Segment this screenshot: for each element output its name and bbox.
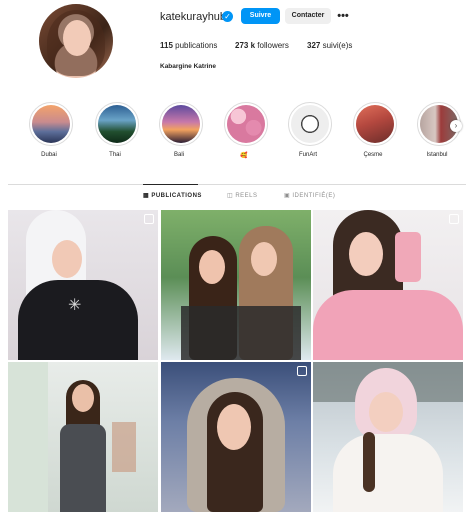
highlight-label: 🥰	[240, 153, 248, 159]
followers-stat[interactable]: 273 k followers	[235, 41, 289, 50]
full-name: Kabargine Katrine	[160, 63, 216, 70]
highlight-label: FunArt	[298, 152, 317, 158]
highlight-label: Thai	[109, 152, 121, 158]
reel-icon	[449, 214, 459, 224]
post-thumbnail[interactable]	[8, 362, 158, 512]
active-tab-indicator	[143, 184, 198, 185]
posts-stat: 115 publications	[160, 41, 217, 50]
highlight-image	[32, 105, 70, 143]
reel-icon	[297, 366, 307, 376]
username: katekurayhub	[160, 11, 227, 23]
tab-publications[interactable]: ▦ PUBLICATIONS	[143, 192, 202, 199]
tab-label: PUBLICATIONS	[151, 193, 202, 199]
tab-tagged[interactable]: ▣ IDENTIFIÉ(E)	[284, 192, 335, 199]
highlight-image	[356, 105, 394, 143]
highlight-label: Istanbul	[426, 152, 448, 158]
posts-count: 115	[160, 41, 173, 50]
highlight-label: Çesme	[363, 152, 383, 158]
following-label: suivi(e)s	[322, 41, 353, 50]
highlight-image	[227, 105, 265, 143]
highlight-image	[291, 105, 329, 143]
follow-button[interactable]: Suivre	[241, 8, 280, 24]
tab-reels[interactable]: ◫ REELS	[227, 192, 258, 199]
post-thumbnail[interactable]	[313, 362, 463, 512]
more-options-icon[interactable]: •••	[336, 8, 350, 24]
reels-icon: ◫	[227, 193, 234, 199]
contact-button[interactable]: Contacter	[285, 8, 331, 24]
followers-label: followers	[257, 41, 289, 50]
highlight-emoji[interactable]: 🥰	[224, 102, 268, 159]
highlight-cesme[interactable]: Çesme	[353, 102, 397, 158]
post-thumbnail[interactable]	[313, 210, 463, 360]
post-thumbnail[interactable]	[161, 362, 311, 512]
chevron-right-icon[interactable]: ›	[450, 120, 462, 132]
highlight-dubai[interactable]: Dubai	[29, 102, 73, 158]
post-thumbnail[interactable]	[161, 210, 311, 360]
post-thumbnail[interactable]: ✳	[8, 210, 158, 360]
highlight-label: Dubai	[41, 152, 57, 158]
tab-label: REELS	[235, 193, 258, 199]
highlight-label: Bali	[173, 152, 184, 158]
posts-label: publications	[175, 41, 218, 50]
highlight-thai[interactable]: Thai	[95, 102, 139, 158]
highlight-image	[162, 105, 200, 143]
grid-icon: ▦	[143, 193, 150, 199]
multi-image-icon	[144, 214, 154, 224]
tagged-icon: ▣	[284, 193, 291, 199]
followers-count: 273 k	[235, 41, 256, 50]
tab-label: IDENTIFIÉ(E)	[292, 193, 336, 199]
following-stat[interactable]: 327 suivi(e)s	[307, 41, 352, 50]
following-count: 327	[307, 41, 321, 50]
tabs-divider	[8, 184, 466, 185]
profile-avatar[interactable]	[39, 4, 113, 78]
highlight-image	[98, 105, 136, 143]
verified-badge-icon: ✓	[222, 11, 233, 22]
highlight-bali[interactable]: Bali	[159, 102, 203, 158]
highlight-funart[interactable]: FunArt	[288, 102, 332, 158]
